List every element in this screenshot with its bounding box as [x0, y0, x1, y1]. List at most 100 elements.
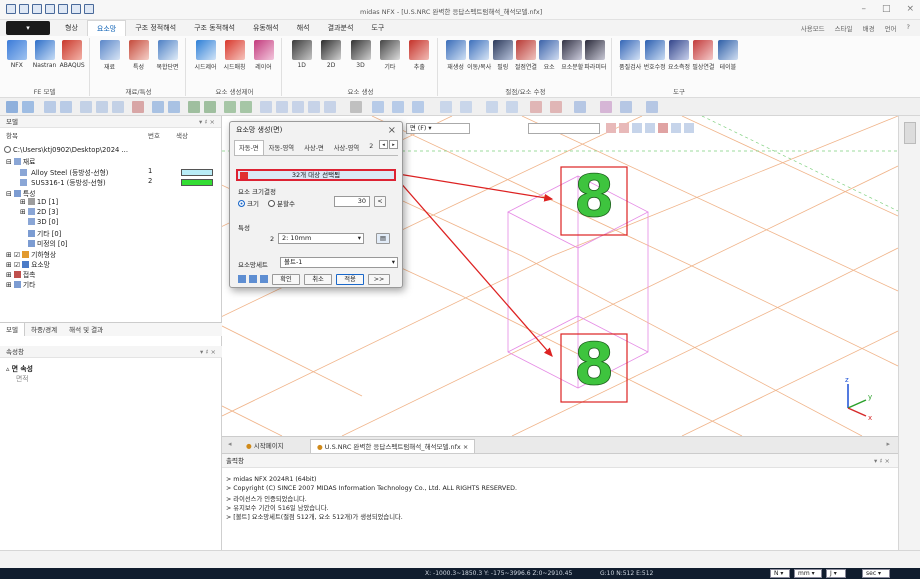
background-menu[interactable]: 배경 [863, 23, 875, 33]
tree-mesh[interactable]: ⊞ ☑ 요소망 [6, 259, 50, 269]
move-copy-button[interactable]: 이동/복사 [467, 40, 491, 71]
rotate-z-icon[interactable] [112, 101, 124, 113]
node-icon[interactable] [530, 101, 542, 113]
output-controls[interactable]: ▾ ♯ × [874, 454, 890, 468]
select-lasso-icon[interactable] [684, 123, 694, 133]
material-color-swatch[interactable] [181, 169, 213, 176]
model-path[interactable]: C:\Users\ktj0902\Desktop\2024 ... [4, 146, 128, 154]
shade-icon[interactable] [392, 101, 404, 113]
menu-tab-analysis[interactable]: 해석 [288, 20, 319, 37]
select-by-id-icon[interactable] [658, 123, 668, 133]
tabs-scroll-right-icon[interactable]: ▸ [886, 440, 890, 448]
meshset-select[interactable]: 볼트-1 ▾ [280, 257, 398, 268]
grid-icon[interactable] [486, 101, 498, 113]
menu-tab-results[interactable]: 결과분석 [319, 20, 363, 37]
size-pick-button[interactable]: < [374, 196, 386, 207]
mode-menu[interactable]: 사용모드 [801, 23, 825, 33]
dialog-close-icon[interactable]: × [388, 123, 396, 139]
select-icon[interactable] [6, 101, 18, 113]
phase-connect-button[interactable]: 필상연결 [691, 40, 715, 71]
tree-property-undefined[interactable]: 미정의 [0] [28, 238, 68, 248]
seed-control-button[interactable]: 시드제어 [192, 40, 219, 71]
preview-icon[interactable] [238, 275, 246, 283]
view-front-icon[interactable] [152, 101, 164, 113]
apply-button[interactable]: 적용 [336, 274, 364, 285]
unit-length-select[interactable]: mm ▾ [794, 569, 822, 578]
measure-button[interactable]: 요소측정 [667, 40, 691, 71]
select-circle-icon[interactable] [632, 123, 642, 133]
settings-icon[interactable] [249, 275, 257, 283]
layer-button[interactable]: 레이어 [250, 40, 277, 71]
renumber-button[interactable]: 번호수정 [642, 40, 666, 71]
tree-materials[interactable]: ⊟ 재료 [6, 156, 35, 166]
tree-properties[interactable]: ⊟ 특성 [6, 188, 35, 198]
material-color-swatch[interactable] [181, 179, 213, 186]
panel-controls[interactable]: ▾ ♯ × [199, 116, 215, 128]
deselect-icon[interactable] [645, 123, 655, 133]
zoom-window-icon[interactable] [60, 101, 72, 113]
tree-material-1[interactable]: Alloy Steel (등방성-선형) [20, 167, 108, 177]
tab-map-face[interactable]: 사상-면 [299, 140, 329, 155]
mesh-2d-button[interactable]: 2D [317, 40, 344, 71]
tab-map-region[interactable]: 사상-영역 [329, 140, 364, 155]
arrow-right-icon[interactable] [276, 101, 288, 113]
tree-property-2d[interactable]: ⊞ 2D [3] [20, 208, 58, 216]
tab-load-boundary[interactable]: 하중/경계 [25, 323, 63, 336]
seed-matching-button[interactable]: 시드매칭 [221, 40, 248, 71]
rotate-icon[interactable] [96, 101, 108, 113]
select-all-icon[interactable] [606, 123, 616, 133]
mesh-extract-button[interactable]: 추출 [406, 40, 433, 71]
window-controls[interactable]: – □ × [861, 4, 914, 14]
view-top-icon[interactable] [168, 101, 180, 113]
pick-icon[interactable] [22, 101, 34, 113]
menu-tab-dynamic[interactable]: 구조 동적해석 [185, 20, 244, 37]
tree-geometry[interactable]: ⊞ ☑ 기하형상 [6, 249, 56, 259]
division-radio[interactable]: 분할수 [268, 198, 295, 208]
tree-other[interactable]: ⊞ 기타 [6, 279, 35, 289]
arrow-up-icon[interactable] [292, 101, 304, 113]
hide-icon[interactable] [440, 101, 452, 113]
new-file-icon[interactable] [6, 4, 16, 14]
print-icon[interactable] [58, 4, 68, 14]
element-split-button[interactable]: 요소분할 [561, 40, 584, 71]
tab-start-page[interactable]: ● 시작페이지 [240, 439, 290, 453]
tree-property-1d[interactable]: ⊞ 1D [1] [20, 198, 58, 206]
pan-icon[interactable] [80, 101, 92, 113]
tab-auto-face[interactable]: 자동-면 [234, 140, 264, 155]
more-button[interactable]: >> [368, 274, 390, 285]
tab-scroll-right-icon[interactable]: ▸ [389, 140, 398, 149]
unit-force-select[interactable]: N ▾ [770, 569, 790, 578]
quality-check-button[interactable]: 품질검사 [618, 40, 642, 71]
minimize-button[interactable]: – [861, 4, 866, 14]
measure-tool-icon[interactable] [620, 101, 632, 113]
color-icon[interactable] [600, 101, 612, 113]
info-icon[interactable] [260, 275, 268, 283]
arrow-down-icon[interactable] [308, 101, 320, 113]
property-select[interactable]: 2: 10mm ▾ [278, 233, 364, 244]
app-menu-button[interactable]: ▾ [6, 21, 50, 35]
cancel-button[interactable]: 취소 [304, 274, 332, 285]
fit-icon[interactable] [132, 101, 144, 113]
menu-tab-tools[interactable]: 도구 [362, 20, 393, 37]
tab-auto-region[interactable]: 자동-영역 [264, 140, 299, 155]
wireframe-icon[interactable] [412, 101, 424, 113]
view-right-icon[interactable] [224, 101, 236, 113]
tab-scroll-left-icon[interactable]: ◂ [379, 140, 388, 149]
save-as-icon[interactable] [45, 4, 55, 14]
unit-time-select[interactable]: sec ▾ [862, 569, 890, 578]
tree-contact[interactable]: ⊞ 접촉 [6, 269, 35, 279]
parameter-button[interactable]: 파라미터 [584, 40, 607, 71]
mesh-other-button[interactable]: 기타 [376, 40, 403, 71]
property-edit-icon[interactable]: ▤ [376, 233, 390, 244]
view-iso-icon[interactable] [188, 101, 200, 113]
selection-field[interactable]: 32개 대상 선택됨 [236, 169, 396, 181]
style-menu[interactable]: 스타일 [835, 23, 853, 33]
size-radio[interactable]: 크기 [238, 198, 259, 208]
label-icon[interactable] [574, 101, 586, 113]
show-icon[interactable] [460, 101, 472, 113]
element-icon[interactable] [550, 101, 562, 113]
quick-access-toolbar[interactable] [6, 4, 94, 14]
menu-tab-static[interactable]: 구조 정적해석 [126, 20, 185, 37]
menu-tab-flow[interactable]: 유동해석 [244, 20, 288, 37]
unit-energy-select[interactable]: J ▾ [826, 569, 846, 578]
